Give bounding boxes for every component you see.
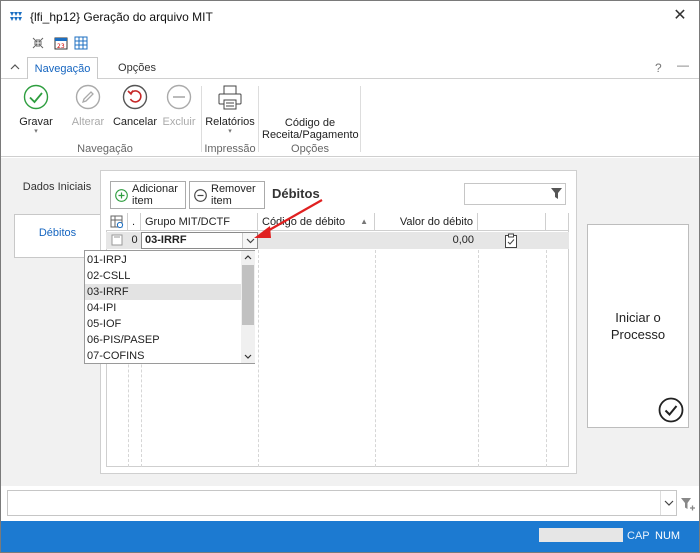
- pencil-icon: [75, 84, 101, 110]
- grid-header-valor[interactable]: Valor do débito: [375, 213, 478, 231]
- clipboard-cell[interactable]: [478, 232, 546, 249]
- excluir-button[interactable]: Excluir: [160, 84, 198, 128]
- ribbon-group-divider: [360, 86, 361, 152]
- grupo-combobox-value: 03-IRRF: [145, 234, 187, 246]
- clipboard-icon: [505, 233, 517, 248]
- dropdown-option[interactable]: 02-CSLL: [85, 268, 241, 284]
- codigo-receita-button[interactable]: Código de Receita/Pagamento: [262, 117, 359, 141]
- scroll-down-icon[interactable]: [243, 353, 253, 361]
- check-circle-icon: [23, 84, 49, 110]
- grid-view-icon[interactable]: [74, 36, 88, 50]
- dropdown-option[interactable]: 04-IPI: [85, 300, 241, 316]
- scroll-up-icon[interactable]: [243, 253, 253, 261]
- grid-header-grupo[interactable]: Grupo MIT/DCTF: [141, 213, 258, 231]
- dropdown-option[interactable]: 01-IRPJ: [85, 252, 241, 268]
- relatorios-button[interactable]: Relatórios ▾: [204, 84, 256, 136]
- dropdown-option[interactable]: 06-PIS/PASEP: [85, 332, 241, 348]
- row-index: 0: [128, 232, 141, 249]
- window-title: {lfi_hp12} Geração do arquivo MIT: [30, 10, 213, 24]
- gravar-button[interactable]: Gravar ▾: [14, 84, 58, 136]
- alterar-button[interactable]: Alterar: [66, 84, 110, 128]
- plus-circle-icon: [115, 189, 128, 202]
- column-guide: [478, 250, 479, 467]
- sidetab-dados-iniciais[interactable]: Dados Iniciais: [14, 172, 100, 202]
- undo-icon: [122, 84, 148, 110]
- adicionar-item-button[interactable]: Adicionar item: [110, 181, 186, 209]
- num-lock-indicator: NUM: [655, 530, 681, 542]
- column-guide: [375, 250, 376, 467]
- caps-lock-indicator: CAP: [627, 530, 650, 542]
- tab-opcoes[interactable]: Opções: [110, 57, 164, 80]
- dropdown-arrow-icon: ▾: [228, 128, 232, 135]
- grupo-combobox[interactable]: 03-IRRF: [141, 232, 258, 249]
- grid-header-dot[interactable]: .: [128, 213, 141, 231]
- grupo-dropdown-list[interactable]: 01-IRPJ 02-CSLL 03-IRRF 04-IPI 05-IOF 06…: [84, 250, 255, 364]
- column-guide: [258, 250, 259, 467]
- help-button[interactable]: ?: [655, 61, 662, 75]
- grid-header-extra[interactable]: [478, 213, 546, 231]
- cancelar-label: Cancelar: [112, 116, 158, 128]
- tab-navegacao[interactable]: Navegação: [27, 57, 98, 80]
- filter-icon[interactable]: [550, 187, 563, 200]
- gravar-label: Gravar: [19, 116, 53, 128]
- adicionar-label: Adicionar item: [132, 183, 178, 207]
- grid-settings-icon: [110, 215, 124, 229]
- excluir-label: Excluir: [162, 116, 196, 128]
- group-label-opcoes: Opções: [291, 143, 329, 155]
- group-label-impressao: Impressão: [204, 143, 256, 155]
- bottom-combobox[interactable]: [7, 490, 677, 516]
- ribbon-group-divider: [258, 86, 259, 152]
- relatorios-label: Relatórios: [205, 116, 255, 128]
- row-selector[interactable]: [106, 232, 128, 249]
- annotation-arrow-icon: [254, 199, 323, 238]
- cancelar-button[interactable]: Cancelar: [112, 84, 158, 128]
- printer-icon: [218, 85, 242, 110]
- row-save-icon: [111, 234, 123, 246]
- calendar-icon[interactable]: 23: [54, 36, 68, 50]
- collapse-icon[interactable]: [31, 36, 45, 50]
- dropdown-scrollbar[interactable]: [241, 251, 255, 363]
- dropdown-option[interactable]: 05-IOF: [85, 316, 241, 332]
- minus-circle-icon: [194, 189, 207, 202]
- ribbon-tab-strip: [1, 57, 699, 79]
- dropdown-option-selected[interactable]: 03-IRRF: [85, 284, 241, 300]
- chevron-down-icon: [664, 500, 674, 506]
- app-logo-icon: [10, 12, 22, 21]
- status-progress-field: [539, 528, 623, 542]
- dropdown-option[interactable]: 07-COFINS: [85, 348, 241, 364]
- iniciar-processo-label: Iniciar o Processo: [610, 310, 666, 342]
- minimize-ribbon-button[interactable]: —: [677, 58, 689, 72]
- grid-header-spacer: [546, 213, 569, 231]
- alterar-label: Alterar: [71, 116, 105, 128]
- group-label-navegacao: Navegação: [77, 143, 133, 155]
- check-circle-icon: [658, 397, 684, 423]
- sort-asc-icon: ▲: [360, 217, 368, 226]
- minus-circle-icon: [166, 84, 192, 110]
- dropdown-arrow-icon: ▾: [34, 128, 38, 135]
- filter-add-icon[interactable]: [680, 496, 696, 512]
- grid-settings-header[interactable]: [106, 213, 128, 231]
- scrollbar-thumb[interactable]: [242, 265, 254, 325]
- column-guide: [546, 250, 547, 467]
- row-spacer: [546, 232, 569, 249]
- iniciar-processo-button[interactable]: Iniciar o Processo: [587, 224, 689, 428]
- close-button[interactable]: ✕: [668, 5, 692, 27]
- valor-cell[interactable]: 0,00: [375, 232, 478, 249]
- svg-text:23: 23: [57, 43, 65, 50]
- chevron-up-icon[interactable]: [9, 62, 21, 72]
- bottom-combobox-toggle[interactable]: [660, 491, 676, 515]
